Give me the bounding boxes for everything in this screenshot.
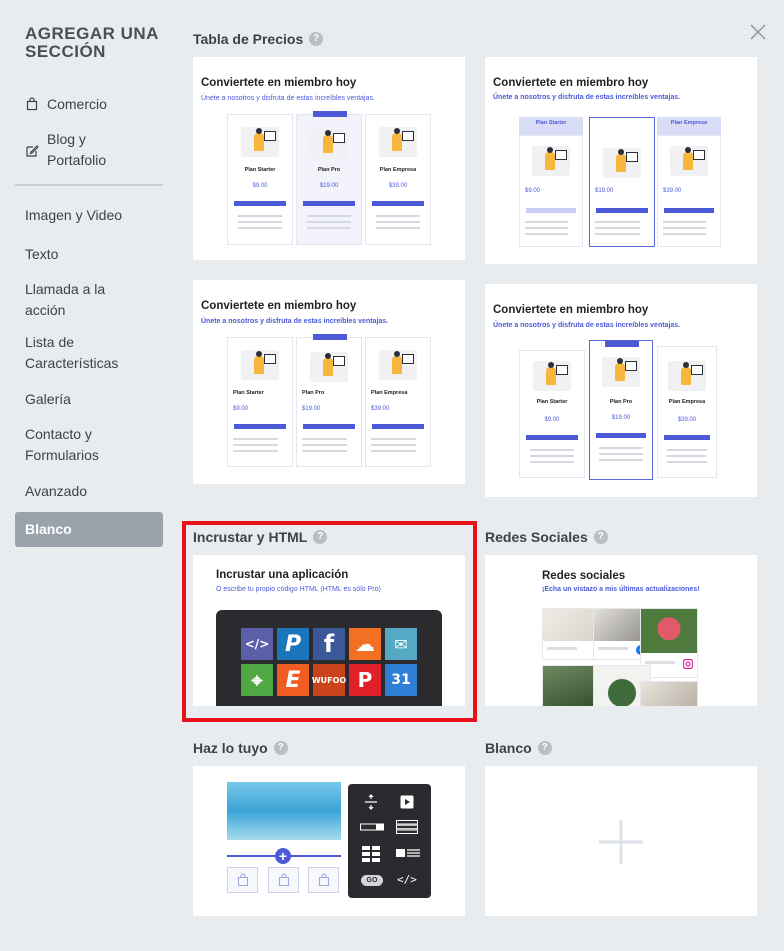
- help-icon[interactable]: ?: [593, 530, 608, 544]
- instagram-icon: [683, 659, 693, 669]
- pricing-subtitle: Únete a nosotros y disfruta de estas inc…: [201, 95, 375, 102]
- shopping-bag-icon: [26, 97, 38, 111]
- go-button-icon: GO: [361, 875, 383, 886]
- pricing-title: Conviertete en miembro hoy: [493, 304, 649, 316]
- social-post: [542, 665, 600, 706]
- close-icon[interactable]: [748, 22, 768, 42]
- add-icon: +: [275, 848, 291, 864]
- social-subtitle: ¡Echa un vistazo a mis últimas actualiza…: [542, 586, 700, 593]
- pricing-subtitle: Únete a nosotros y disfruta de estas inc…: [493, 322, 681, 329]
- shopping-bag-icon: [278, 873, 290, 887]
- pricing-template-3[interactable]: Conviertete en miembro hoy Únete a nosot…: [193, 280, 465, 484]
- sidebar-divider: [15, 184, 163, 186]
- spacer-icon: [365, 794, 377, 810]
- social-title: Redes sociales: [542, 570, 626, 582]
- grid-icon: [362, 846, 380, 862]
- pricing-column: $9.00: [519, 135, 583, 247]
- product-placeholder: [268, 867, 299, 893]
- video-icon: [400, 795, 414, 809]
- plus-icon: [599, 820, 643, 864]
- facebook-icon: f: [313, 628, 345, 660]
- sidebar: AGREGAR UNA SECCIÓN Comercio Blog y Port…: [0, 0, 178, 951]
- section-heading-haz: Haz lo tuyo ?: [193, 740, 288, 756]
- section-heading-precios: Tabla de Precios ?: [193, 31, 324, 47]
- code-icon: </>: [241, 628, 273, 660]
- shopping-bag-icon: [318, 873, 330, 887]
- embed-title: Incrustar una aplicación: [216, 569, 349, 581]
- pricing-column-highlighted: Plan Pro $19.00: [296, 111, 362, 245]
- sidebar-item-blog[interactable]: Blog y Portafolio: [47, 129, 106, 171]
- sidebar-item-imagen[interactable]: Imagen y Video: [25, 205, 122, 226]
- pricing-column: Plan Starter $9.00: [227, 337, 293, 467]
- code-icon: </>: [397, 873, 417, 886]
- calendar-icon: 31: [385, 664, 417, 696]
- embed-apps-panel: </> P f ☁ ✉ ⌖ E WUFOO P 31: [216, 610, 442, 706]
- help-icon[interactable]: ?: [273, 741, 288, 755]
- pricing-subtitle: Únete a nosotros y disfruta de estas inc…: [201, 318, 389, 325]
- maps-icon: ⌖: [241, 664, 273, 696]
- mailchimp-icon: ✉: [385, 628, 417, 660]
- sidebar-item-contacto[interactable]: Contacto y Formularios: [25, 424, 99, 466]
- image-text-icon: [396, 849, 420, 857]
- list-icon: [396, 820, 418, 834]
- pinterest-icon: P: [349, 664, 381, 696]
- help-icon[interactable]: ?: [309, 32, 324, 46]
- pricing-column: $39.00: [657, 135, 721, 247]
- pricing-column: Plan Empresa $39.00: [365, 337, 431, 467]
- button-icon: [360, 823, 384, 831]
- sidebar-item-galeria[interactable]: Galería: [25, 389, 71, 410]
- section-heading-blanco: Blanco ?: [485, 740, 552, 756]
- pricing-title: Conviertete en miembro hoy: [493, 77, 649, 89]
- product-placeholder: [308, 867, 339, 893]
- eventbrite-icon: E: [277, 664, 309, 696]
- edit-icon: [26, 145, 39, 157]
- elements-toolbar: GO </>: [348, 784, 431, 898]
- pricing-title: Conviertete en miembro hoy: [201, 77, 357, 89]
- sidebar-item-avanzado[interactable]: Avanzado: [25, 481, 87, 502]
- paypal-icon: P: [277, 628, 309, 660]
- pricing-column: Plan Starter $9.00: [227, 114, 293, 245]
- pricing-column: Plan Empresa $39.00: [657, 346, 717, 478]
- pricing-column-highlighted: Plan Pro $19.00: [296, 334, 362, 467]
- pricing-template-1[interactable]: Conviertete en miembro hoy Únete a nosot…: [193, 57, 465, 260]
- pricing-column-highlighted: $19.00: [589, 117, 655, 247]
- social-post: [640, 681, 698, 706]
- pricing-column: Plan Starter $9.00: [519, 350, 585, 478]
- wufoo-icon: WUFOO: [312, 664, 346, 696]
- sidebar-item-texto[interactable]: Texto: [25, 244, 58, 265]
- custom-template[interactable]: + GO </>: [193, 766, 465, 916]
- section-heading-incrustar: Incrustar y HTML ?: [193, 529, 328, 545]
- glacier-image: [227, 782, 341, 840]
- pricing-template-4[interactable]: Conviertete en miembro hoy Únete a nosot…: [485, 284, 757, 497]
- shopping-bag-icon: [237, 873, 249, 887]
- sidebar-item-llamada[interactable]: Llamada a la acción: [25, 279, 105, 321]
- blank-template[interactable]: [485, 766, 757, 916]
- sidebar-item-lista[interactable]: Lista de Características: [25, 332, 118, 374]
- social-post: [542, 608, 600, 660]
- pricing-template-2[interactable]: Conviertete en miembro hoy Únete a nosot…: [485, 57, 757, 264]
- embed-template[interactable]: Incrustar una aplicación O escribe tu pr…: [193, 555, 465, 706]
- soundcloud-icon: ☁: [349, 628, 381, 660]
- pricing-column: Plan Empresa $39.00: [365, 114, 431, 245]
- social-template[interactable]: Redes sociales ¡Echa un vistazo a mis úl…: [485, 555, 757, 706]
- pricing-title: Conviertete en miembro hoy: [201, 300, 357, 312]
- pricing-subtitle: Únete a nosotros y disfruta de estas inc…: [493, 94, 681, 101]
- sidebar-item-blanco[interactable]: Blanco: [15, 512, 163, 547]
- product-placeholder: [227, 867, 258, 893]
- help-icon[interactable]: ?: [313, 530, 328, 544]
- pricing-column-highlighted: Plan Pro $19.00: [589, 340, 653, 480]
- embed-subtitle: O escribe tu propio código HTML (HTML es…: [216, 586, 381, 593]
- sidebar-title: AGREGAR UNA SECCIÓN: [25, 24, 159, 61]
- help-icon[interactable]: ?: [537, 741, 552, 755]
- section-heading-redes: Redes Sociales ?: [485, 529, 608, 545]
- sidebar-item-comercio[interactable]: Comercio: [47, 94, 107, 115]
